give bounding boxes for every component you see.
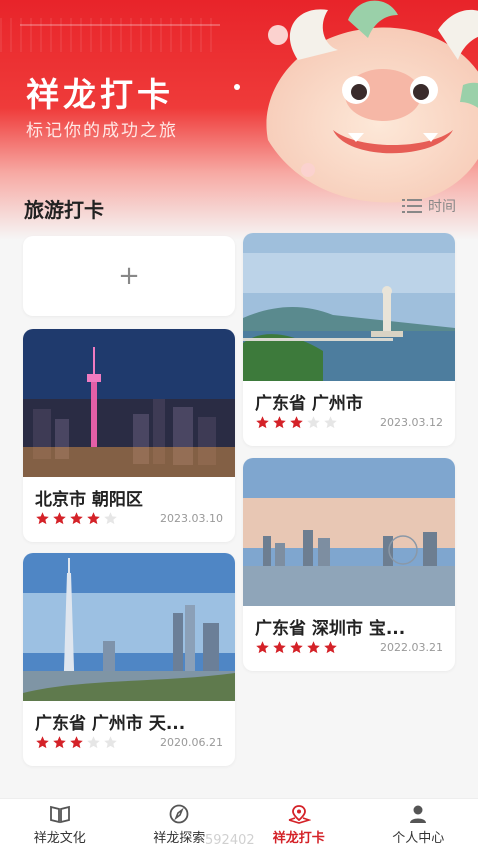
checkin-card[interactable]: 广东省 深圳市 宝... 2022.03.21 bbox=[243, 458, 455, 671]
star-icon bbox=[36, 512, 49, 525]
star-icon bbox=[307, 641, 320, 654]
page-title: 祥龙打卡 bbox=[26, 75, 174, 114]
star-icon bbox=[273, 416, 286, 429]
plus-icon: + bbox=[118, 261, 140, 291]
star-rating bbox=[35, 511, 118, 526]
section-title: 旅游打卡 bbox=[24, 198, 104, 222]
star-icon bbox=[324, 641, 337, 654]
page-subtitle: 标记你的成功之旅 bbox=[26, 121, 178, 141]
star-icon bbox=[324, 416, 337, 429]
dragon-illustration bbox=[266, 0, 478, 203]
watermark-text: 592402 bbox=[205, 833, 255, 848]
card-location: 广东省 广州市 天... bbox=[35, 714, 186, 731]
star-rating bbox=[255, 640, 338, 655]
star-icon bbox=[70, 512, 83, 525]
tab-culture[interactable]: 祥龙文化 bbox=[0, 799, 120, 850]
pattern-decoration bbox=[0, 18, 220, 52]
photo-shenzhen-skyline bbox=[243, 458, 455, 606]
tab-label: 祥龙探索 bbox=[153, 830, 206, 846]
star-icon bbox=[307, 416, 320, 429]
photo-guanyin-statue bbox=[243, 233, 455, 381]
tab-profile[interactable]: 个人中心 bbox=[359, 799, 478, 850]
star-rating bbox=[35, 735, 118, 750]
card-location: 广东省 广州市 bbox=[255, 394, 363, 411]
photo-canton-tower bbox=[23, 553, 235, 701]
checkin-card[interactable]: 广东省 广州市 天... 2020.06.21 bbox=[23, 553, 235, 766]
star-icon bbox=[70, 736, 83, 749]
card-date: 2022.03.21 bbox=[380, 641, 443, 654]
star-icon bbox=[87, 736, 100, 749]
checkin-card[interactable]: 广东省 广州市 2023.03.12 bbox=[243, 233, 455, 446]
compass-icon bbox=[169, 804, 189, 823]
book-icon bbox=[49, 805, 70, 823]
tab-label: 个人中心 bbox=[392, 830, 445, 846]
star-icon bbox=[87, 512, 100, 525]
star-icon bbox=[273, 641, 286, 654]
card-date: 2023.03.12 bbox=[380, 416, 443, 429]
tab-label: 祥龙文化 bbox=[33, 830, 86, 846]
star-icon bbox=[290, 416, 303, 429]
section-header: 旅游打卡 时间 bbox=[0, 190, 478, 226]
star-icon bbox=[290, 641, 303, 654]
star-icon bbox=[53, 512, 66, 525]
card-location: 广东省 深圳市 宝... bbox=[255, 619, 406, 636]
photo-beijing-tower bbox=[23, 329, 235, 477]
card-date: 2020.06.21 bbox=[160, 736, 223, 749]
star-icon bbox=[256, 416, 269, 429]
star-rating bbox=[255, 415, 338, 430]
map-pin-icon bbox=[288, 804, 311, 824]
list-sort-icon bbox=[402, 199, 422, 213]
star-icon bbox=[104, 736, 117, 749]
tab-checkin[interactable]: 祥龙打卡 bbox=[239, 799, 359, 850]
star-icon bbox=[36, 736, 49, 749]
card-date: 2023.03.10 bbox=[160, 512, 223, 525]
person-icon bbox=[410, 805, 427, 823]
tab-label: 祥龙打卡 bbox=[272, 830, 325, 846]
sort-by-time-button[interactable]: 时间 bbox=[402, 196, 456, 216]
star-icon bbox=[256, 641, 269, 654]
add-checkin-button[interactable]: + bbox=[23, 236, 235, 316]
card-location: 北京市 朝阳区 bbox=[35, 490, 143, 507]
star-icon bbox=[53, 736, 66, 749]
star-icon bbox=[104, 512, 117, 525]
sort-label: 时间 bbox=[428, 199, 456, 215]
checkin-card[interactable]: 北京市 朝阳区 2023.03.10 bbox=[23, 329, 235, 542]
